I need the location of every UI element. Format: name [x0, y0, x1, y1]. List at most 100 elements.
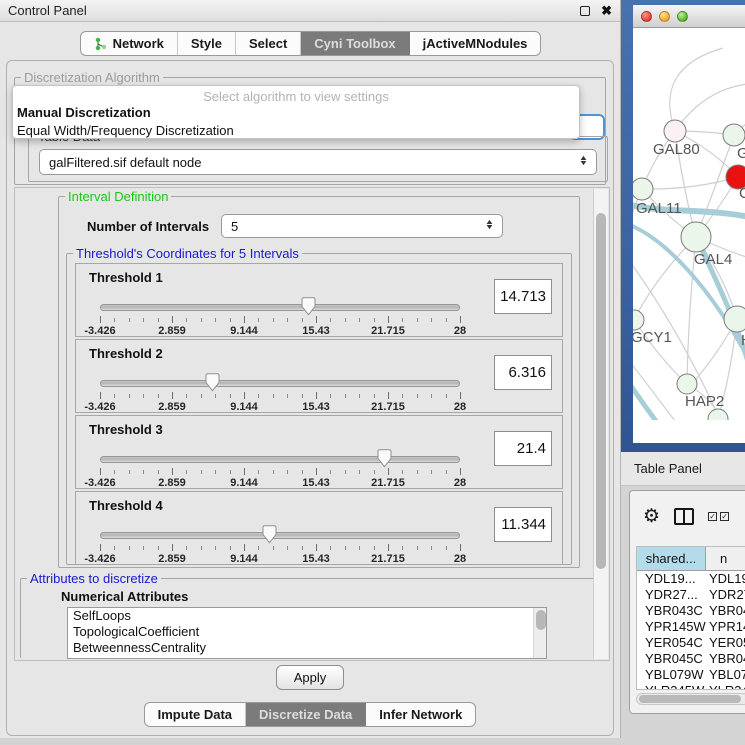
- slider-tick: [330, 318, 331, 322]
- threshold-slider[interactable]: -3.4262.8599.14415.4321.71528: [100, 452, 460, 488]
- algorithm-option[interactable]: Equal Width/Frequency Discretization: [13, 122, 579, 139]
- network-node[interactable]: [708, 409, 728, 420]
- table-row[interactable]: YLR345WYLR345W: [637, 683, 745, 690]
- slider-tick: [143, 546, 144, 550]
- numerical-attributes-list[interactable]: SelfLoopsTopologicalCoefficientBetweenne…: [67, 607, 547, 659]
- attribute-list-item[interactable]: TopologicalCoefficient: [68, 624, 546, 640]
- slider-tick: [402, 470, 403, 474]
- network-node-gcy1[interactable]: [633, 310, 644, 330]
- tab-style[interactable]: Style: [178, 32, 236, 55]
- slider-tick: [143, 394, 144, 398]
- attribute-list-item[interactable]: BetweennessCentrality: [68, 640, 546, 656]
- scrollbar-thumb[interactable]: [536, 610, 546, 630]
- table-row[interactable]: YPR145WYPR145W: [637, 619, 745, 635]
- threshold-value-field[interactable]: 11.344: [494, 507, 552, 542]
- name-cell: YBR045C: [706, 651, 745, 667]
- threshold-slider[interactable]: -3.4262.8599.14415.4321.71528: [100, 300, 460, 336]
- apply-button[interactable]: Apply: [276, 665, 344, 690]
- network-edge: [670, 48, 723, 131]
- table-data-value: galFiltered.sif default node: [49, 155, 201, 170]
- slider-tick: [129, 318, 130, 322]
- slider-thumb[interactable]: [377, 449, 392, 468]
- float-window-icon[interactable]: [580, 6, 590, 16]
- table-data-combobox[interactable]: galFiltered.sif default node ▲▼: [39, 149, 597, 175]
- node-table[interactable]: shared... n YDL19...YDL19...YDR27...YDR2…: [636, 546, 745, 690]
- network-canvas[interactable]: GAL80GCGAL11GAL4GCY1HHAP2: [633, 28, 745, 420]
- algorithm-option[interactable]: Manual Discretization: [13, 104, 579, 122]
- tab-discretize-data[interactable]: Discretize Data: [246, 703, 366, 726]
- slider-tick: [374, 546, 375, 550]
- slider-track[interactable]: [100, 532, 460, 539]
- column-header-shared-name[interactable]: shared...: [637, 547, 706, 570]
- slider-tick: [446, 318, 447, 322]
- number-of-intervals-combobox[interactable]: 5 ▲▼: [221, 214, 503, 238]
- network-node-gal11[interactable]: [633, 178, 653, 200]
- column-header-name[interactable]: n: [706, 547, 745, 570]
- tab-infer-network[interactable]: Infer Network: [366, 703, 475, 726]
- tab-impute-data[interactable]: Impute Data: [145, 703, 246, 726]
- zoom-traffic-light-icon[interactable]: [677, 11, 688, 22]
- slider-tick: [158, 470, 159, 474]
- slider-thumb[interactable]: [262, 525, 277, 544]
- threshold-value-field[interactable]: 6.316: [494, 355, 552, 390]
- slider-thumb[interactable]: [301, 297, 316, 316]
- select-columns-icon[interactable]: ✓ ✓: [708, 512, 729, 521]
- slider-track[interactable]: [100, 380, 460, 387]
- thresholds-group: Threshold's Coordinates for 5 Intervals …: [66, 253, 572, 565]
- attribute-list-item[interactable]: SelfLoops: [68, 608, 546, 624]
- slider-tick: [158, 546, 159, 550]
- slider-tick: [129, 470, 130, 474]
- slider-tick: [417, 470, 418, 474]
- tab-network[interactable]: Network: [81, 32, 178, 55]
- network-node-gal80[interactable]: [664, 120, 686, 142]
- slider-track[interactable]: [100, 304, 460, 311]
- slider-tick-label: 2.859: [158, 325, 186, 337]
- slider-tick: [402, 394, 403, 398]
- attributes-list-scrollbar[interactable]: [533, 608, 546, 658]
- close-icon[interactable]: ✖: [601, 4, 612, 17]
- network-node-label: G: [737, 145, 745, 162]
- gear-icon[interactable]: ⚙: [643, 507, 660, 526]
- settings-vertical-scrollbar[interactable]: [593, 189, 608, 659]
- network-node-gal4[interactable]: [681, 222, 711, 252]
- table-row[interactable]: YER054CYER054C: [637, 635, 745, 651]
- column-layout-icon[interactable]: [674, 508, 694, 525]
- slider-tick: [460, 316, 461, 323]
- network-node-g[interactable]: [723, 124, 745, 146]
- slider-tick-label: 9.144: [230, 477, 258, 489]
- slider-tick: [143, 470, 144, 474]
- name-cell: YDL19...: [706, 571, 745, 587]
- scrollbar-thumb[interactable]: [639, 695, 741, 703]
- table-horizontal-scrollbar[interactable]: [636, 693, 745, 705]
- tab-jactivemnodules[interactable]: jActiveMNodules: [410, 32, 541, 55]
- slider-tick: [258, 470, 259, 474]
- tab-select[interactable]: Select: [236, 32, 301, 55]
- network-node-h[interactable]: [724, 306, 745, 332]
- slider-tick: [114, 470, 115, 474]
- slider-tick: [460, 468, 461, 475]
- table-row[interactable]: YDR27...YDR27...: [637, 587, 745, 603]
- table-row[interactable]: YBL079WYBL079W: [637, 667, 745, 683]
- table-row[interactable]: YBR043CYBR043C: [637, 603, 745, 619]
- slider-tick-label: 2.859: [158, 477, 186, 489]
- slider-thumb[interactable]: [205, 373, 220, 392]
- scrollbar-thumb[interactable]: [596, 213, 606, 569]
- threshold-value-field[interactable]: 14.713: [494, 279, 552, 314]
- close-traffic-light-icon[interactable]: [641, 11, 652, 22]
- tab-cyni-toolbox[interactable]: Cyni Toolbox: [301, 32, 409, 55]
- network-node-hap2[interactable]: [677, 374, 697, 394]
- slider-tick: [460, 392, 461, 399]
- threshold-slider[interactable]: -3.4262.8599.14415.4321.71528: [100, 528, 460, 564]
- slider-tick: [186, 546, 187, 550]
- slider-tick-label: 15.43: [302, 477, 330, 489]
- network-desktop-frame: GAL80GCGAL11GAL4GCY1HHAP2: [621, 0, 745, 452]
- slider-track[interactable]: [100, 456, 460, 463]
- table-row[interactable]: YDL19...YDL19...: [637, 571, 745, 587]
- slider-tick: [258, 318, 259, 322]
- slider-tick: [258, 546, 259, 550]
- minimize-traffic-light-icon[interactable]: [659, 11, 670, 22]
- slider-tick: [186, 470, 187, 474]
- threshold-slider[interactable]: -3.4262.8599.14415.4321.71528: [100, 376, 460, 412]
- table-row[interactable]: YBR045CYBR045C: [637, 651, 745, 667]
- threshold-value-field[interactable]: 21.4: [494, 431, 552, 466]
